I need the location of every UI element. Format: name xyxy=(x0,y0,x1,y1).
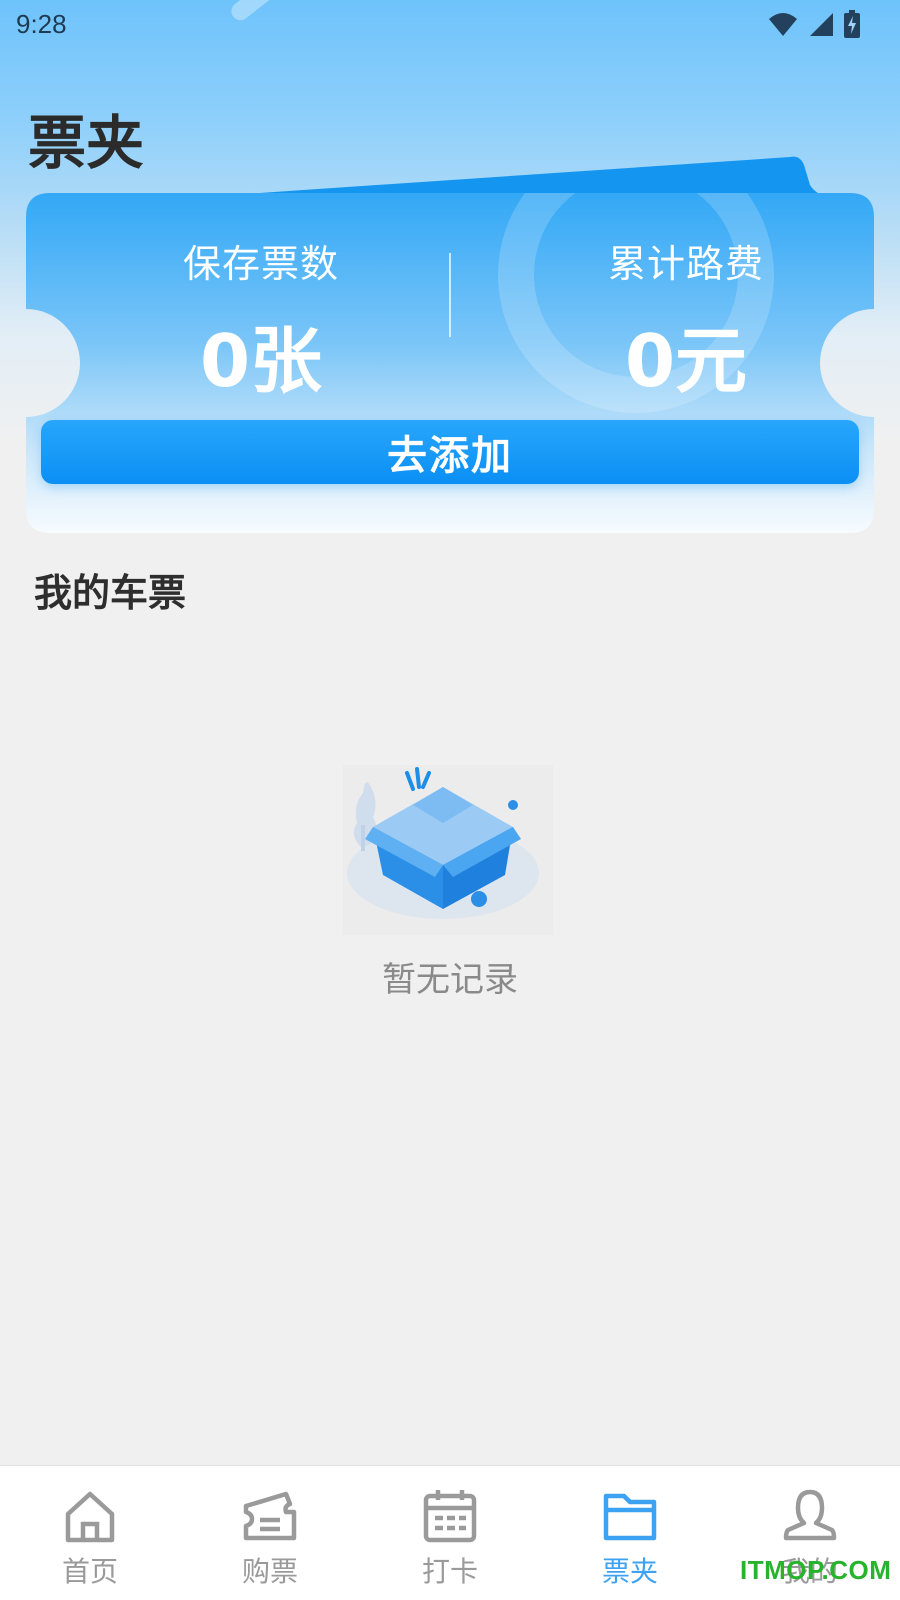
nav-label-ticket-folder: 票夹 xyxy=(601,1555,658,1588)
ticket-summary-card: 保存票数 0张 累计路费 0元 去添加 xyxy=(26,193,874,533)
wifi-icon xyxy=(769,13,797,36)
calendar-icon xyxy=(423,1490,477,1543)
empty-state-text: 暂无记录 xyxy=(382,960,518,1000)
folder-icon xyxy=(603,1493,657,1541)
my-tickets-title: 我的车票 xyxy=(34,571,187,615)
total-cost-label: 累计路费 xyxy=(607,242,764,286)
stat-divider xyxy=(449,253,451,337)
empty-box-illustration xyxy=(343,765,553,935)
user-icon xyxy=(783,1489,837,1541)
home-icon xyxy=(65,1491,115,1543)
ticket-icon xyxy=(243,1491,297,1541)
nav-label-home: 首页 xyxy=(61,1555,118,1588)
status-bar: 9:28 xyxy=(0,0,900,48)
saved-tickets-label: 保存票数 xyxy=(182,242,339,286)
status-time: 9:28 xyxy=(16,8,67,39)
saved-tickets-stat: 保存票数 0张 xyxy=(111,233,411,407)
signal-icon xyxy=(810,13,833,36)
nav-item-ticket-folder[interactable]: 票夹 xyxy=(540,1466,720,1600)
watermark-logo: ITMOP.COM xyxy=(740,1555,892,1585)
status-icons xyxy=(768,10,860,38)
battery-icon xyxy=(844,10,860,38)
nav-label-buy-ticket: 购票 xyxy=(241,1555,298,1588)
total-cost-value: 0元 xyxy=(624,319,748,403)
nav-item-home[interactable]: 首页 xyxy=(0,1466,180,1600)
nav-item-check-in[interactable]: 打卡 xyxy=(360,1466,540,1600)
page-title: 票夹 xyxy=(28,109,145,177)
total-cost-stat: 累计路费 0元 xyxy=(536,233,836,407)
nav-label-check-in: 打卡 xyxy=(421,1555,478,1588)
nav-item-buy-ticket[interactable]: 购票 xyxy=(180,1466,360,1600)
add-ticket-button[interactable]: 去添加 xyxy=(41,420,859,484)
saved-tickets-value: 0张 xyxy=(199,319,323,403)
